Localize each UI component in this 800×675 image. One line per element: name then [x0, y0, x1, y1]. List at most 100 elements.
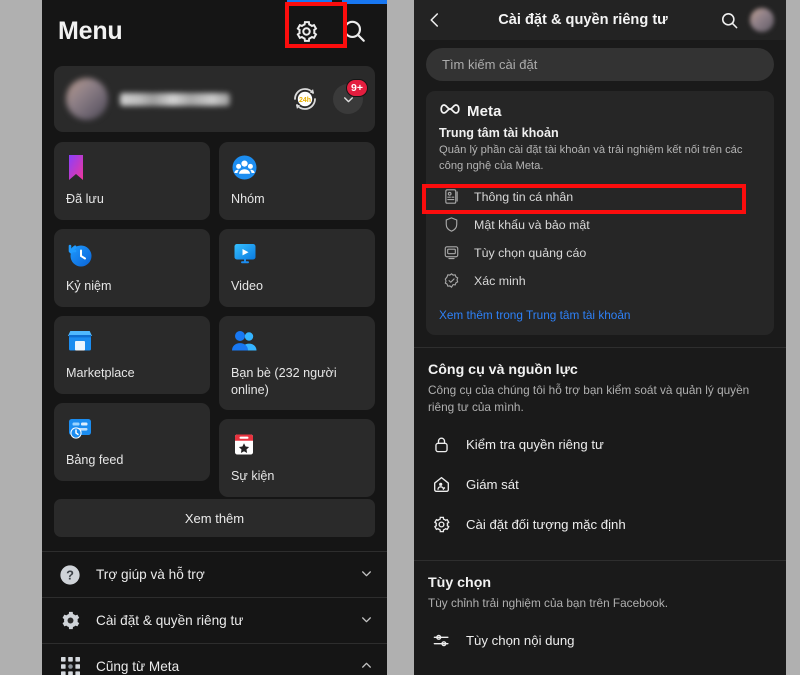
status-strip-left — [287, 0, 332, 4]
section-title: Tùy chọn — [428, 575, 492, 591]
row-label: Cũng từ Meta — [96, 659, 180, 674]
settings-panel: Cài đặt & quyền riêng tư Tìm kiếm cài đặ… — [414, 0, 786, 675]
row-label: Tùy chọn nội dung — [466, 632, 575, 648]
memories-clock-icon — [66, 241, 198, 271]
sliders-icon — [428, 631, 454, 650]
tile-saved[interactable]: Đã lưu — [54, 142, 210, 220]
accounts-center-link[interactable]: Xem thêm trong Trung tâm tài khoản — [439, 308, 761, 322]
bookmark-icon — [66, 154, 198, 184]
tile-groups[interactable]: Nhóm — [219, 142, 375, 220]
profile-expand-button[interactable]: 9+ — [333, 79, 368, 114]
tile-label: Sự kiện — [231, 469, 275, 483]
feeds-icon — [66, 415, 198, 445]
tile-label: Kỷ niệm — [66, 279, 112, 293]
section-description: Tùy chỉnh trải nghiệm của bạn trên Faceb… — [428, 596, 669, 610]
row-help-and-support[interactable]: ? Trợ giúp và hỗ trợ — [42, 551, 387, 597]
meta-brand-row: Meta — [439, 102, 761, 121]
row-supervision[interactable]: Giám sát — [428, 464, 772, 504]
tile-marketplace[interactable]: Marketplace — [54, 316, 210, 394]
row-content-preferences[interactable]: Tùy chọn nội dung — [428, 620, 772, 660]
tile-friends[interactable]: Bạn bè (232 người online) — [219, 316, 375, 410]
row-password-and-security[interactable]: Mật khẩu và bảo mật — [439, 211, 761, 239]
tile-label: Nhóm — [231, 192, 265, 206]
row-privacy-checkup[interactable]: Kiểm tra quyền riêng tư — [428, 424, 772, 464]
tile-events[interactable]: Sự kiện — [219, 419, 375, 497]
menu-panel: Menu 24h 9+ Đã lưu Kỷ niệm Marketplace B… — [42, 0, 387, 675]
row-also-from-meta[interactable]: Cũng từ Meta — [42, 643, 387, 675]
avatar[interactable] — [750, 8, 774, 32]
section-tools-and-resources: Công cụ và nguồn lực Công cụ của chúng t… — [414, 346, 786, 548]
settings-title: Cài đặt & quyền riêng tư — [498, 12, 668, 28]
section-preferences: Tùy chọn Tùy chỉnh trải nghiệm của bạn t… — [414, 560, 786, 664]
friends-icon — [231, 328, 363, 358]
status-strip-right — [342, 0, 387, 4]
settings-header: Cài đặt & quyền riêng tư — [414, 0, 786, 40]
row-label: Tùy chọn quảng cáo — [474, 245, 587, 260]
marketplace-store-icon — [66, 328, 198, 358]
search-icon[interactable] — [716, 11, 742, 30]
video-icon — [231, 241, 363, 271]
tile-label: Marketplace — [66, 366, 135, 380]
page-title: Menu — [58, 16, 123, 45]
tile-feeds[interactable]: Bảng feed — [54, 403, 210, 481]
svg-text:?: ? — [66, 567, 74, 582]
story-24h-icon[interactable]: 24h — [289, 83, 321, 115]
row-default-audience-settings[interactable]: Cài đặt đối tượng mặc định — [428, 504, 772, 544]
accounts-center-subtitle: Trung tâm tài khoản — [439, 126, 559, 140]
search-bar-wrap: Tìm kiếm cài đặt — [414, 40, 786, 91]
help-question-icon: ? — [56, 564, 84, 586]
menu-tile-grid: Đã lưu Kỷ niệm Marketplace Bảng feed Nhó… — [42, 142, 387, 498]
accounts-center-card: Meta Trung tâm tài khoản Quản lý phần cà… — [426, 91, 774, 335]
gear-icon — [428, 515, 454, 534]
row-verification[interactable]: Xác minh — [439, 267, 761, 295]
tile-label: Bạn bè (232 người online) — [231, 366, 337, 397]
events-calendar-icon — [231, 431, 363, 461]
grid-apps-icon — [56, 656, 84, 675]
back-chevron-icon[interactable] — [426, 11, 450, 29]
tile-video[interactable]: Video — [219, 229, 375, 307]
section-title: Công cụ và nguồn lực — [428, 361, 578, 378]
row-label: Cài đặt & quyền riêng tư — [96, 613, 244, 628]
verified-icon — [439, 272, 463, 289]
chevron-down-icon[interactable] — [360, 613, 373, 629]
profile-row[interactable]: 24h 9+ — [54, 66, 375, 132]
id-card-icon — [439, 188, 463, 205]
row-label: Cài đặt đối tượng mặc định — [466, 516, 626, 532]
profile-name — [120, 92, 230, 106]
notification-badge: 9+ — [346, 79, 368, 97]
see-more-button[interactable]: Xem thêm — [54, 499, 375, 537]
monitor-icon — [439, 244, 463, 261]
row-settings-and-privacy[interactable]: Cài đặt & quyền riêng tư — [42, 597, 387, 643]
gear-icon[interactable] — [289, 14, 323, 48]
search-icon[interactable] — [337, 14, 371, 48]
chevron-up-icon[interactable] — [360, 659, 373, 675]
tile-label: Đã lưu — [66, 192, 104, 206]
row-label: Mật khẩu và bảo mật — [474, 217, 590, 232]
section-description: Công cụ của chúng tôi hỗ trợ bạn kiểm so… — [428, 382, 750, 414]
avatar[interactable] — [66, 78, 108, 120]
screenshot-stage: Menu 24h 9+ Đã lưu Kỷ niệm Marketplace B… — [0, 0, 800, 675]
row-label: Giám sát — [466, 476, 519, 492]
svg-text:24h: 24h — [299, 97, 311, 104]
meta-brand-label: Meta — [467, 103, 502, 120]
row-label: Trợ giúp và hỗ trợ — [96, 567, 205, 582]
row-label: Kiểm tra quyền riêng tư — [466, 436, 604, 452]
tile-memories[interactable]: Kỷ niệm — [54, 229, 210, 307]
row-label: Xác minh — [474, 273, 526, 288]
search-input[interactable]: Tìm kiếm cài đặt — [426, 48, 774, 81]
accounts-center-description: Quản lý phần cài đặt tài khoản và trải n… — [439, 144, 743, 172]
meta-infinity-icon — [439, 102, 461, 121]
supervision-icon — [428, 475, 454, 494]
row-ad-preferences[interactable]: Tùy chọn quảng cáo — [439, 239, 761, 267]
chevron-down-icon[interactable] — [360, 567, 373, 583]
lock-icon — [428, 435, 454, 454]
row-label: Thông tin cá nhân — [474, 189, 574, 204]
tile-label: Bảng feed — [66, 453, 124, 467]
menu-list: ? Trợ giúp và hỗ trợ Cài đặt & quyền riê… — [42, 551, 387, 675]
menu-header: Menu — [42, 0, 387, 62]
settings-gear-icon — [56, 609, 84, 632]
shield-icon — [439, 216, 463, 233]
groups-icon — [231, 154, 363, 184]
row-personal-details[interactable]: Thông tin cá nhân — [439, 183, 761, 211]
tile-label: Video — [231, 279, 263, 293]
